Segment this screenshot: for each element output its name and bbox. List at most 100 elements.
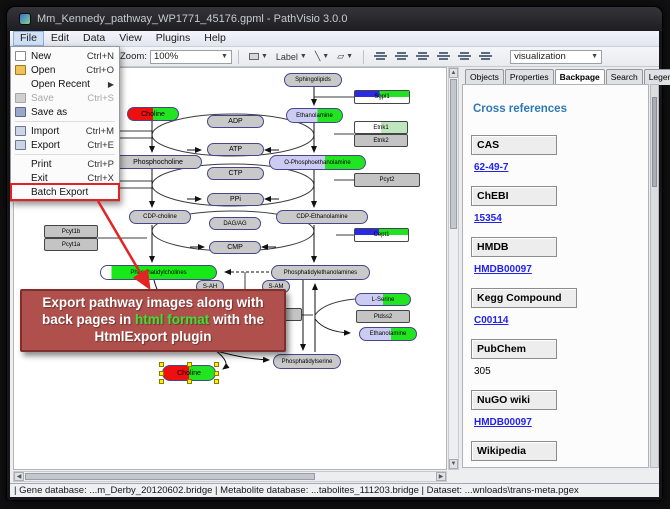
shape-tool-button[interactable]: ▱ ▼ [333,49,357,65]
visualization-combobox[interactable]: visualization ▼ [510,50,602,64]
menu-edit[interactable]: Edit [44,31,76,46]
pathway-node-etnk2[interactable]: Etnk2 [354,134,408,147]
pathway-node-sgpl1[interactable]: Sgpl1 [354,90,410,104]
file-menu-item-print[interactable]: PrintCtrl+P [12,157,118,171]
pathway-node-etnk1[interactable]: Etnk1 [354,121,408,134]
file-menu-item-new[interactable]: NewCtrl+N [12,49,118,63]
xref-value-kegg-compound[interactable]: C00114 [474,315,640,326]
new-datanode-button[interactable]: ▼ [245,49,272,65]
canvas-horizontal-scrollbar[interactable]: ◀ ▶ [13,471,447,482]
selection-handle[interactable] [159,362,164,367]
pathway-node-choline-top[interactable]: Choline [127,107,179,121]
scroll-right-icon[interactable]: ▶ [436,472,446,481]
pathway-node-cdp-choline[interactable]: CDP-choline [129,210,191,224]
menu-item-shortcut: Ctrl+O [86,65,114,76]
pathway-node-pcyt2[interactable]: Pcyt2 [354,173,420,187]
selection-handle[interactable] [214,371,219,376]
scrollbar-thumb[interactable] [652,97,657,187]
file-menu-item-exit[interactable]: ExitCtrl+X [12,171,118,185]
line-tool-button[interactable]: ╲ ▼ [311,49,333,65]
selection-handle[interactable] [214,362,219,367]
tab-backpage[interactable]: Backpage [555,69,605,85]
new-label-button[interactable]: Label ▼ [272,49,311,65]
scroll-left-icon[interactable]: ◀ [14,472,24,481]
chevron-down-icon[interactable]: ▼ [591,53,598,60]
menu-data[interactable]: Data [76,31,112,46]
align-center-icon [374,51,387,62]
pathway-node-atp[interactable]: ATP [207,143,264,156]
xref-source-wikipedia: Wikipedia [471,441,557,461]
menu-item-shortcut: Ctrl+P [87,159,114,170]
menu-plugins[interactable]: Plugins [149,31,197,46]
xref-value-cas[interactable]: 62-49-7 [474,162,640,173]
pathway-node-pcyt1b[interactable]: Pcyt1b [44,225,98,238]
file-menu-item-save[interactable]: SaveCtrl+S [12,91,118,105]
file-menu-item-import[interactable]: ImportCtrl+M [12,124,118,138]
file-menu-item-open[interactable]: Open Ctrl+O [12,63,118,77]
file-menu-item-save-as[interactable]: Save as [12,105,118,119]
selection-handle[interactable] [159,371,164,376]
common-height-button[interactable] [475,49,496,65]
pathway-node-cmp[interactable]: CMP [209,241,261,254]
status-bar-text: | Gene database: ...m_Derby_20120602.bri… [14,485,579,496]
pathway-node-choline-selected[interactable]: Choline [162,365,216,381]
selection-handle[interactable] [187,379,192,384]
menu-view[interactable]: View [112,31,149,46]
pathway-node-phosphatidylcholines[interactable]: Phosphatidylcholines [100,265,217,280]
pathway-node-phosphatidylserine[interactable]: Phosphatidylserine [273,354,341,369]
toolbar-separator [363,50,364,64]
file-menu-item-batch-export[interactable]: Batch Export [12,185,118,199]
scrollbar-thumb[interactable] [450,79,457,229]
pathway-node-dag-ag[interactable]: DAG/AG [209,217,261,230]
file-menu-item-open-recent[interactable]: Open Recent▶ [12,77,118,91]
distribute-horizontal-button[interactable] [412,49,433,65]
selection-handle[interactable] [159,379,164,384]
pathway-node-sphingolipids[interactable]: Sphingolipids [284,73,342,87]
canvas-vertical-scrollbar[interactable]: ▲ ▼ [448,67,459,470]
tab-legend[interactable]: Legend [644,69,670,85]
chevron-down-icon[interactable]: ▼ [221,53,228,60]
selection-handle[interactable] [214,379,219,384]
pathway-node-cept1[interactable]: Cept1 [354,228,409,242]
menu-file[interactable]: File [13,31,44,46]
common-width-button[interactable] [454,49,475,65]
align-middle-button[interactable] [391,49,412,65]
menu-help[interactable]: Help [197,31,233,46]
pathway-node-pcyt1a[interactable]: Pcyt1a [44,238,98,251]
zoom-combobox[interactable]: 100% ▼ [150,50,232,64]
pathway-node-l-serine[interactable]: L-Serine [355,293,411,306]
pathway-node-adp[interactable]: ADP [207,115,264,128]
xref-value-chebi[interactable]: 15354 [474,213,640,224]
pathway-node-cdp-ethanolamine[interactable]: CDP-Ethanolamine [276,210,368,224]
pathway-node-ctp[interactable]: CTP [207,167,264,180]
pathway-node-ethanolamine-top[interactable]: Ethanolamine [286,108,343,123]
menu-item-shortcut: Ctrl+X [87,173,114,184]
pathway-node-phosphocholine[interactable]: Phosphocholine [114,155,202,169]
xref-value-hmdb[interactable]: HMDB00097 [474,264,640,275]
chevron-down-icon[interactable]: ▼ [300,53,307,60]
pathway-node-ptdss2[interactable]: Ptdss2 [356,310,410,323]
pathway-node-phosphatidylethanolamines[interactable]: Phosphatidylethanolamines [271,265,370,280]
pathway-node-ethanolamine-bottom[interactable]: Ethanolamine [359,327,417,341]
xref-value-nugo-wiki[interactable]: HMDB00097 [474,417,640,428]
tab-search[interactable]: Search [606,69,643,85]
menu-item-label: Open [31,65,80,76]
panel-vertical-scrollbar[interactable] [650,84,659,468]
chevron-down-icon[interactable]: ▼ [322,53,329,60]
selection-handle[interactable] [187,362,192,367]
align-center-button[interactable] [370,49,391,65]
title-bar[interactable]: Mm_Kennedy_pathway_WP1771_45176.gpml - P… [7,7,662,31]
side-panel-tabs: ObjectsPropertiesBackpageSearchLegend [460,67,659,85]
file-menu-item-export[interactable]: ExportCtrl+E [12,138,118,152]
distribute-vertical-button[interactable] [433,49,454,65]
pathway-node-o-phosphoethanolamine[interactable]: O-Phosphoethanolamine [269,155,366,170]
scrollbar-thumb[interactable] [25,473,315,480]
chevron-down-icon[interactable]: ▼ [346,53,353,60]
tab-objects[interactable]: Objects [465,69,504,85]
tab-properties[interactable]: Properties [505,69,554,85]
chevron-down-icon[interactable]: ▼ [261,53,268,60]
scroll-up-icon[interactable]: ▲ [449,68,458,78]
scroll-down-icon[interactable]: ▼ [449,459,458,469]
pathway-node-ppi[interactable]: PPi [207,193,264,206]
node-label: Phosphatidylethanolamines [284,270,357,276]
